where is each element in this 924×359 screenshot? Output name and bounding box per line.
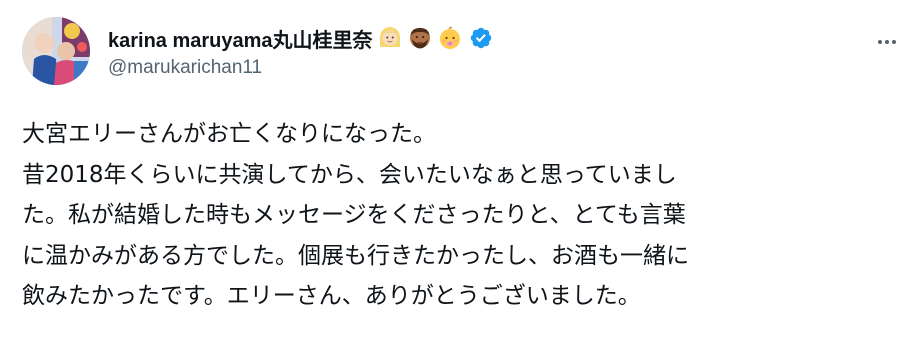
tweet-text-line: た。私が結婚した時もメッセージをくださったりと、とても言葉 (22, 202, 686, 228)
more-dots-icon (878, 40, 896, 44)
avatar[interactable] (22, 17, 90, 85)
author-name-row: karina maruyama丸山桂里奈 (108, 21, 493, 55)
tweet-text-line: に温かみがある方でした。個展も行きたかったし、お酒も一緒に (22, 242, 689, 269)
tweet-text: 大宮エリーさんがお亡くなりになった。 昔2018年くらいに共演してから、会いたい… (22, 114, 912, 317)
avatar-photo (22, 17, 90, 85)
author-display-name[interactable]: karina maruyama丸山桂里奈 (108, 24, 373, 53)
verified-badge-icon[interactable] (469, 26, 493, 50)
tweet-header: karina maruyama丸山桂里奈 @marukarichan11 (108, 17, 904, 87)
man-beard-emoji-icon (407, 25, 433, 51)
woman-blond-hair-emoji-icon (377, 25, 403, 51)
baby-emoji-icon (437, 25, 463, 51)
author-handle[interactable]: @marukarichan11 (108, 57, 262, 79)
more-options-button[interactable] (870, 25, 904, 59)
tweet-text-line: 大宮エリーさんがお亡くなりになった。 (22, 121, 436, 147)
tweet-text-line: 昔2018年くらいに共演してから、会いたいなぁと思っていまし (22, 161, 677, 188)
tweet-card: karina maruyama丸山桂里奈 @marukarichan11 大宮エ… (0, 0, 924, 359)
tweet-text-line: 飲みたかったです。エリーさん、ありがとうございました。 (22, 283, 641, 309)
